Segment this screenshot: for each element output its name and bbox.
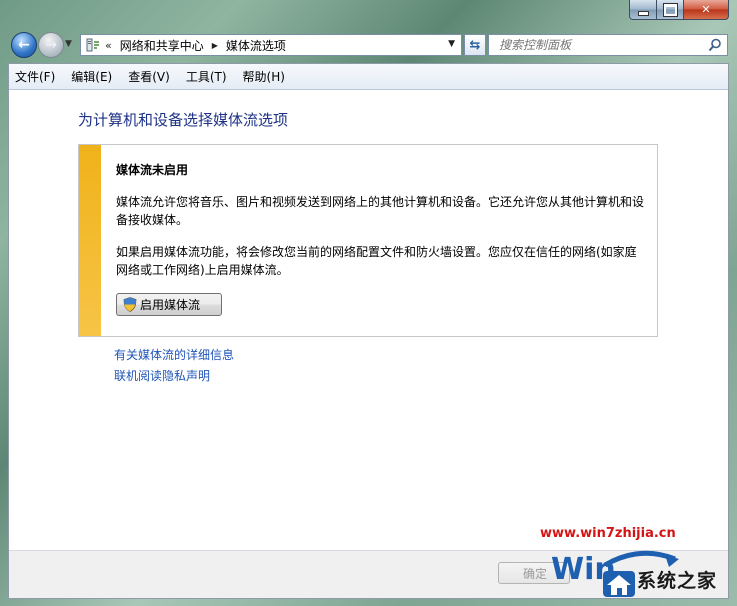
panel-description: 媒体流允许您将音乐、图片和视频发送到网络上的其他计算机和设备。它还允许您从其他计… [116, 195, 645, 227]
search-box [488, 34, 728, 56]
caption-buttons: ✕ [629, 0, 729, 20]
address-bar[interactable]: « 网络和共享中心 ▶ 媒体流选项 ▼ [80, 34, 462, 56]
menu-view[interactable]: 查看(V) [128, 68, 170, 85]
ok-button-label: 确定 [523, 566, 548, 581]
window-frame: ✕ ← → ▼ « 网络和共享中心 ▶ 媒体流选项 ▼ ⇆ 搜索控制面板 文件(… [0, 0, 737, 606]
breadcrumb-separator-icon[interactable]: ▶ [212, 41, 218, 50]
breadcrumb-network-sharing-center[interactable]: 网络和共享中心 [120, 37, 204, 54]
refresh-icon: ⇆ [469, 37, 481, 53]
back-button[interactable]: ← [11, 32, 37, 58]
watermark-site-name: 系统之家 [637, 570, 718, 592]
forward-button[interactable]: → [38, 32, 64, 58]
main-window: 文件(F) 编辑(E) 查看(V) 工具(T) 帮助(H) 为计算机和设备选择媒… [8, 63, 729, 599]
panel-title: 媒体流未启用 [116, 163, 189, 177]
media-streaming-status-panel: 媒体流未启用 媒体流允许您将音乐、图片和视频发送到网络上的其他计算机和设备。它还… [78, 144, 658, 337]
breadcrumb-media-streaming-options[interactable]: 媒体流选项 [226, 37, 286, 54]
search-input[interactable] [497, 37, 701, 53]
enable-media-streaming-button[interactable]: 启用媒体流 [116, 293, 222, 316]
page-title: 为计算机和设备选择媒体流选项 [78, 111, 289, 129]
maximize-button[interactable] [657, 0, 684, 20]
enable-button-label: 启用媒体流 [140, 298, 201, 312]
close-button[interactable]: ✕ [684, 0, 729, 20]
menu-help[interactable]: 帮助(H) [243, 68, 285, 85]
menu-bar: 文件(F) 编辑(E) 查看(V) 工具(T) 帮助(H) [9, 64, 728, 90]
warning-stripe [79, 145, 101, 336]
refresh-button[interactable]: ⇆ [464, 34, 486, 56]
maximize-icon [662, 2, 678, 17]
privacy-statement-link[interactable]: 联机阅读隐私声明 [114, 367, 210, 384]
menu-tools[interactable]: 工具(T) [186, 68, 227, 85]
search-icon[interactable] [708, 38, 722, 52]
back-arrow-icon: ← [18, 37, 30, 53]
uac-shield-icon [123, 297, 137, 312]
forward-arrow-icon: → [45, 37, 57, 53]
menu-file[interactable]: 文件(F) [15, 68, 55, 85]
address-overflow[interactable]: « [105, 39, 112, 52]
history-dropdown-icon[interactable]: ▼ [65, 39, 72, 49]
minimize-icon [637, 10, 649, 16]
panel-warning-text: 如果启用媒体流功能，将会修改您当前的网络配置文件和防火墙设置。您应仅在信任的网络… [116, 245, 637, 277]
close-icon: ✕ [701, 3, 711, 16]
media-streaming-info-link[interactable]: 有关媒体流的详细信息 [114, 346, 234, 363]
watermark-url: www.win7zhijia.cn [540, 526, 676, 541]
address-dropdown-icon[interactable]: ▼ [448, 39, 455, 49]
minimize-button[interactable] [629, 0, 657, 20]
network-folder-icon [85, 38, 101, 52]
menu-edit[interactable]: 编辑(E) [71, 68, 112, 85]
navigation-bar: ← → ▼ « 网络和共享中心 ▶ 媒体流选项 ▼ ⇆ [8, 30, 729, 60]
